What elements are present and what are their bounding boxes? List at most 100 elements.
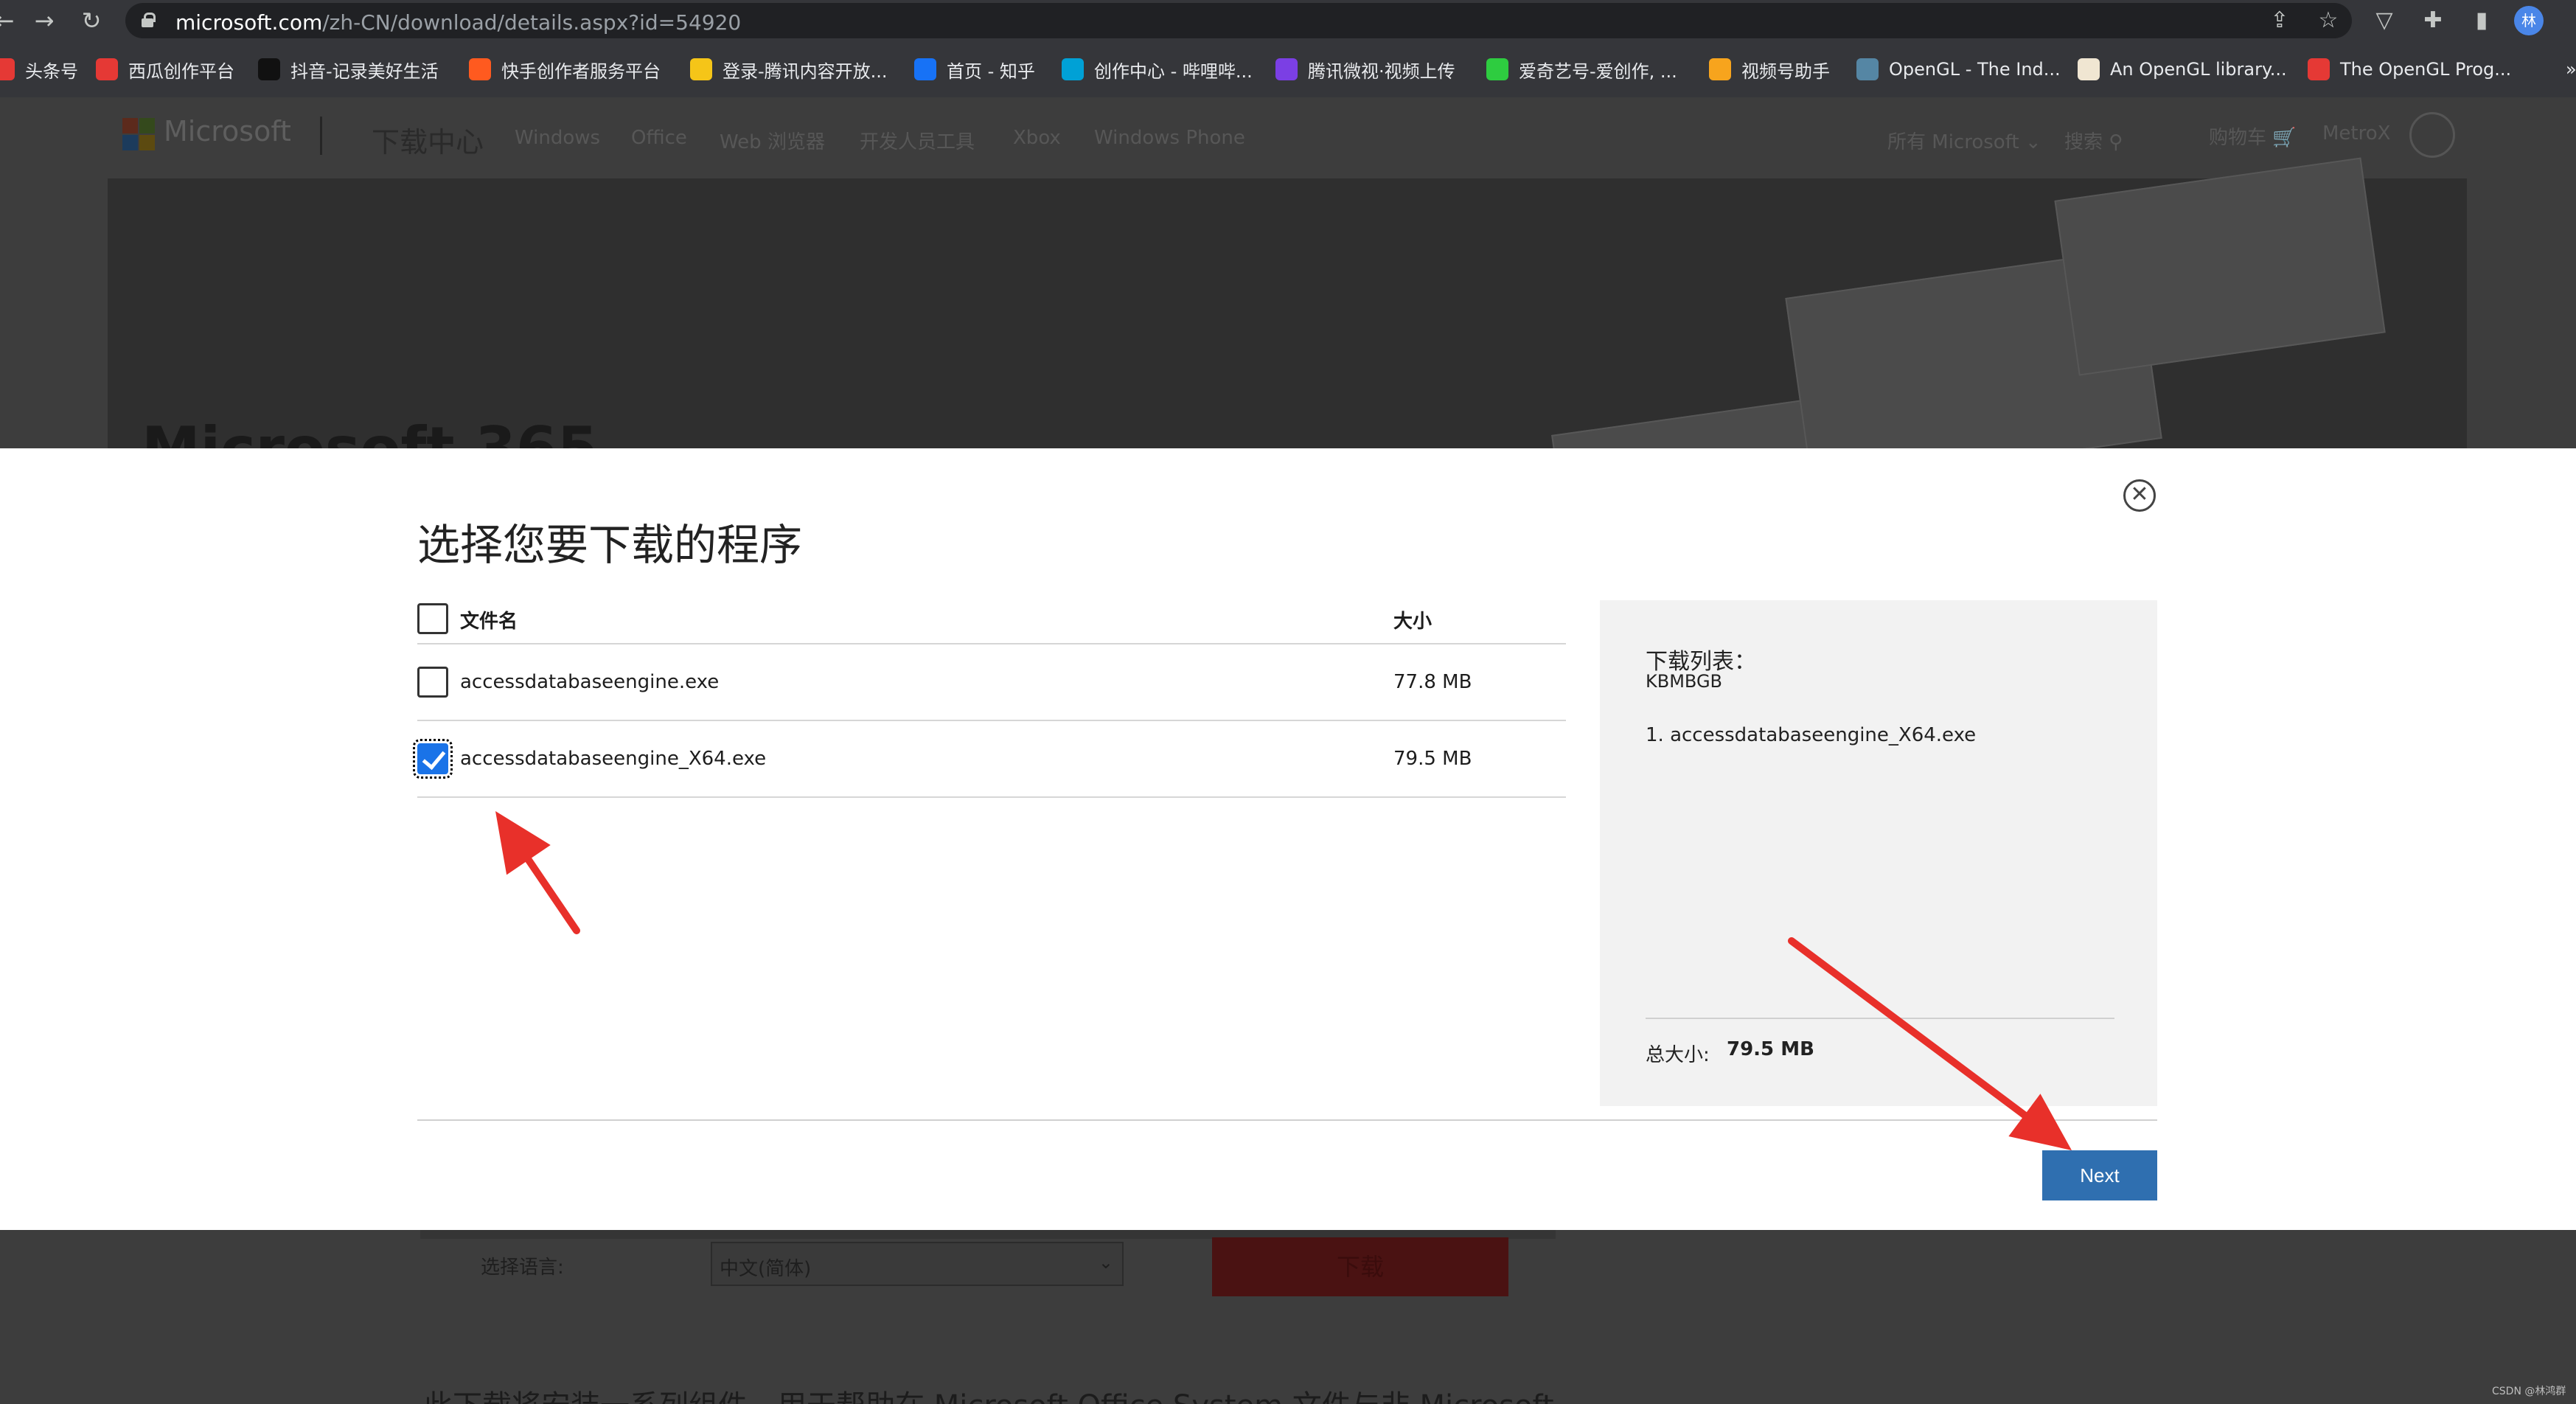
forward-icon[interactable]: →: [29, 6, 59, 35]
bookmark-favicon-icon: [2308, 58, 2330, 80]
bookmark-label: 快手创作者服务平台: [501, 60, 661, 82]
share-icon[interactable]: ⇪: [2266, 7, 2293, 34]
address-bar[interactable]: microsoft.com/zh-CN/download/details.asp…: [125, 3, 2352, 38]
bookmark-label: 西瓜创作平台: [128, 60, 234, 82]
side-panel-icon[interactable]: ▮: [2468, 7, 2495, 34]
file-checkbox[interactable]: [417, 667, 448, 698]
total-size-value: 79.5 MB: [1727, 1038, 1814, 1060]
bookmark-favicon-icon: [1486, 58, 1508, 80]
bookmark-item[interactable]: 头条号: [0, 56, 78, 83]
search-label: 搜索: [2064, 131, 2103, 153]
file-size: 79.5 MB: [1393, 748, 1472, 770]
bookmark-item[interactable]: 首页 - 知乎: [914, 56, 1035, 83]
bookmark-label: 腾讯微视·视频上传: [1308, 60, 1455, 82]
summary-divider: [1646, 1018, 2114, 1019]
nav-windows-phone[interactable]: Windows Phone: [1094, 127, 1245, 149]
file-name: accessdatabaseengine_X64.exe: [460, 748, 767, 770]
download-summary: 下载列表： KBMBGB 1. accessdatabaseengine_X64…: [1600, 600, 2157, 1106]
search-link[interactable]: 搜索 ⚲: [2064, 127, 2123, 154]
back-icon[interactable]: ←: [0, 6, 19, 35]
table-row[interactable]: accessdatabaseengine.exe 77.8 MB: [417, 644, 1566, 721]
section-title[interactable]: 下载中心: [372, 119, 484, 160]
description-text: 此下载将安装一系列组件，用于帮助在 Microsoft Office Syste…: [423, 1382, 1554, 1404]
total-size-label: 总大小:: [1646, 1044, 1710, 1066]
bookmarks-overflow-icon[interactable]: »: [2566, 56, 2576, 83]
cart-label: 购物车: [2209, 127, 2267, 149]
nav-windows[interactable]: Windows: [515, 127, 600, 149]
bookmark-label: 头条号: [25, 60, 78, 82]
profile-avatar[interactable]: 林: [2514, 6, 2544, 35]
chevron-down-icon: ⌄: [1098, 1252, 1113, 1273]
bookmark-label: 爱奇艺号-爱创作, ...: [1519, 60, 1677, 82]
file-name: accessdatabaseengine.exe: [460, 671, 720, 693]
bookmark-label: 抖音-记录美好生活: [290, 60, 439, 82]
bookmark-label: 登录-腾讯内容开放...: [723, 60, 888, 82]
brand-name[interactable]: Microsoft: [164, 115, 291, 147]
nav-dev-tools[interactable]: 开发人员工具: [860, 127, 975, 154]
dialog-title: 选择您要下载的程序: [417, 520, 803, 570]
watermark: CSDN @林鸿群: [2492, 1386, 2566, 1397]
header-divider: [320, 117, 322, 155]
select-all-checkbox[interactable]: [417, 603, 448, 634]
language-select[interactable]: 中文(简体) ⌄: [711, 1242, 1124, 1286]
account-avatar-icon[interactable]: [2409, 112, 2455, 158]
bookmark-item[interactable]: 爱奇艺号-爱创作, ...: [1486, 56, 1677, 83]
table-header: 文件名 大小: [417, 591, 1566, 644]
bookmark-favicon-icon: [469, 58, 491, 80]
all-microsoft-label: 所有 Microsoft: [1887, 131, 2019, 153]
bookmark-item[interactable]: 西瓜创作平台: [96, 56, 234, 83]
address-url: microsoft.com/zh-CN/download/details.asp…: [175, 10, 742, 35]
bookmark-item[interactable]: 抖音-记录美好生活: [258, 56, 439, 83]
bookmark-favicon-icon: [258, 58, 280, 80]
bookmark-item[interactable]: 视频号助手: [1709, 56, 1830, 83]
extensions-puzzle-icon[interactable]: ✚: [2420, 7, 2446, 34]
bookmark-label: OpenGL - The Ind...: [1889, 59, 2061, 80]
bookmark-favicon-icon: [1275, 58, 1298, 80]
header-size: 大小: [1393, 611, 1433, 633]
bookmark-star-icon[interactable]: ☆: [2315, 7, 2342, 34]
site-header: Microsoft 下载中心 Windows Office Web 浏览器 开发…: [0, 97, 2576, 178]
bookmark-label: An OpenGL library...: [2110, 59, 2287, 80]
file-checkbox[interactable]: [413, 739, 453, 779]
lock-icon: [142, 13, 156, 27]
bookmark-item[interactable]: OpenGL - The Ind...: [1856, 56, 2061, 83]
bookmark-favicon-icon: [1709, 58, 1731, 80]
cart-link[interactable]: 购物车 🛒: [2209, 122, 2297, 150]
language-value: 中文(简体): [720, 1258, 812, 1280]
bookmark-item[interactable]: 登录-腾讯内容开放...: [690, 56, 888, 83]
reload-icon[interactable]: ↻: [77, 6, 106, 35]
language-label: 选择语言:: [481, 1257, 564, 1279]
bookmark-item[interactable]: 快手创作者服务平台: [469, 56, 661, 83]
bookmark-label: 视频号助手: [1741, 60, 1830, 82]
all-microsoft-menu[interactable]: 所有 Microsoft ⌄: [1887, 127, 2041, 154]
close-icon[interactable]: ✕: [2123, 479, 2156, 512]
extension-v-icon[interactable]: ▽: [2371, 7, 2398, 34]
summary-code: KBMBGB: [1646, 671, 1723, 692]
dialog-divider: [417, 1119, 2157, 1121]
download-dialog: ✕ 选择您要下载的程序 文件名 大小 accessdatabaseengine.…: [0, 448, 2576, 1230]
next-button[interactable]: Next: [2042, 1150, 2157, 1200]
bookmark-favicon-icon: [96, 58, 118, 80]
chevron-down-icon: ⌄: [2025, 131, 2041, 153]
browser-toolbar: ← → ↻ microsoft.com/zh-CN/download/detai…: [0, 0, 2576, 41]
nav-xbox[interactable]: Xbox: [1013, 127, 1061, 149]
bookmark-favicon-icon: [914, 58, 936, 80]
bookmark-item[interactable]: The OpenGL Prog...: [2308, 56, 2511, 83]
download-button[interactable]: 下载: [1212, 1237, 1508, 1296]
bookmark-item[interactable]: 腾讯微视·视频上传: [1275, 56, 1455, 83]
nav-browser[interactable]: Web 浏览器: [720, 127, 825, 154]
bookmark-favicon-icon: [1062, 58, 1084, 80]
bookmarks-bar: 头条号 西瓜创作平台 抖音-记录美好生活 快手创作者服务平台 登录-腾讯内容开放... 首…: [0, 41, 2576, 97]
bookmark-favicon-icon: [1856, 58, 1879, 80]
account-name[interactable]: MetroX: [2322, 122, 2390, 145]
microsoft-logo-icon[interactable]: [122, 118, 155, 150]
table-row[interactable]: accessdatabaseengine_X64.exe 79.5 MB: [413, 721, 1566, 798]
bookmark-label: The OpenGL Prog...: [2340, 59, 2512, 80]
bookmark-item[interactable]: An OpenGL library...: [2078, 56, 2287, 83]
bookmark-item[interactable]: 创作中心 - 哔哩哔...: [1062, 56, 1253, 83]
bookmark-label: 首页 - 知乎: [947, 60, 1035, 82]
file-size: 77.8 MB: [1393, 671, 1472, 693]
file-table: 文件名 大小 accessdatabaseengine.exe 77.8 MB …: [413, 591, 1566, 798]
nav-office[interactable]: Office: [631, 127, 687, 149]
bookmark-label: 创作中心 - 哔哩哔...: [1094, 60, 1253, 82]
